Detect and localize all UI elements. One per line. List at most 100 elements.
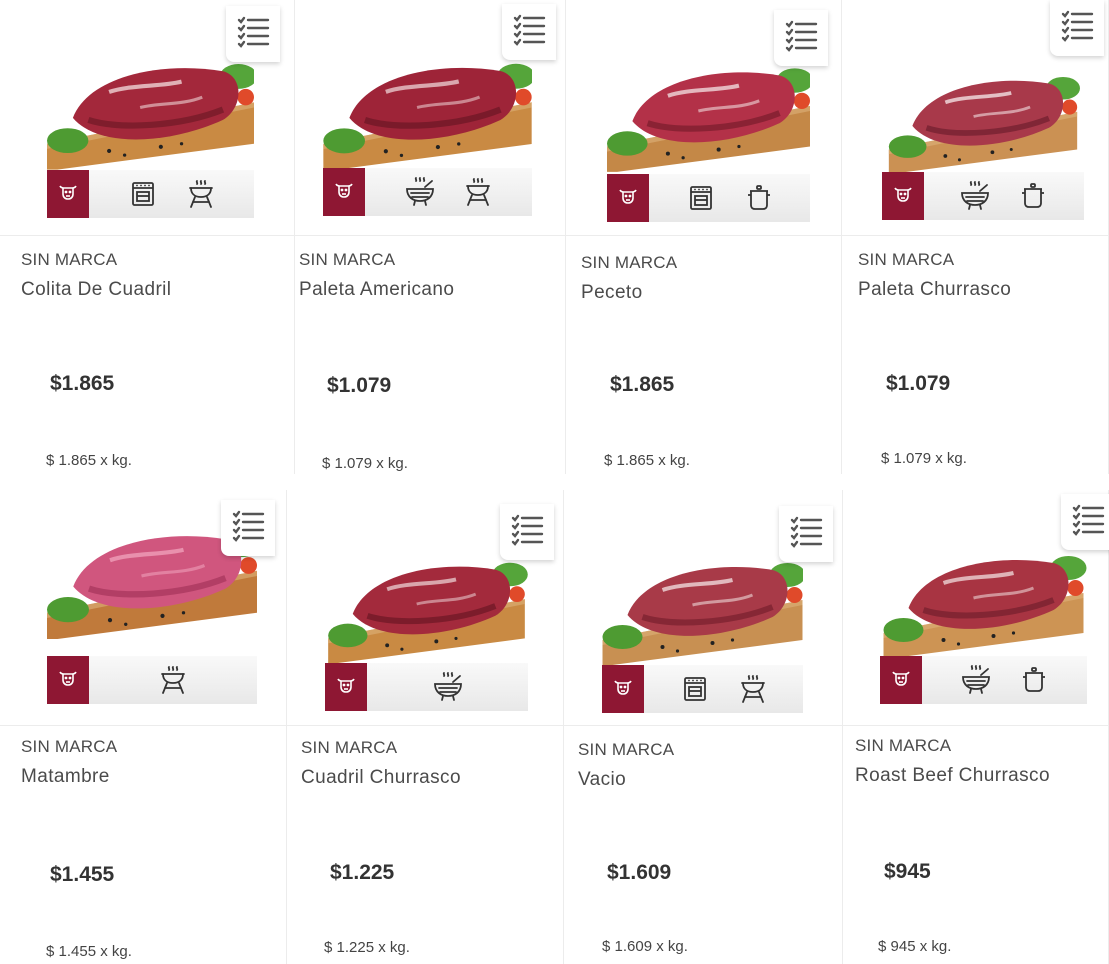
product-image[interactable] bbox=[602, 545, 806, 669]
list-icon bbox=[509, 10, 549, 54]
product-price: $1.455 bbox=[50, 863, 115, 886]
product-price: $1.079 bbox=[886, 372, 951, 395]
product-price: $1.225 bbox=[330, 861, 395, 884]
grill-icon bbox=[730, 665, 776, 713]
product-price: $1.609 bbox=[607, 861, 672, 884]
product-name[interactable]: Cuadril Churrasco bbox=[301, 767, 461, 789]
product-card[interactable]: SIN MARCA Peceto $1.865 $ 1.865 x kg. bbox=[566, 0, 842, 474]
product-card[interactable]: SIN MARCA Paleta Churrasco $1.079 $ 1.079 x… bbox=[842, 0, 1109, 474]
product-brand: SIN MARCA bbox=[855, 736, 952, 755]
product-name[interactable]: Colita De Cuadril bbox=[21, 279, 171, 301]
product-image[interactable] bbox=[47, 45, 258, 174]
list-icon bbox=[781, 16, 821, 60]
product-image[interactable] bbox=[882, 60, 1084, 177]
cow-icon bbox=[57, 181, 79, 207]
product-unit-price: $ 1.079 x kg. bbox=[881, 450, 967, 467]
product-brand: SIN MARCA bbox=[858, 250, 955, 269]
product-unit-price: $ 1.079 x kg. bbox=[322, 455, 408, 472]
cow-icon bbox=[890, 667, 912, 693]
list-icon bbox=[786, 512, 826, 556]
beef-category-badge bbox=[602, 665, 644, 713]
product-name[interactable]: Paleta Churrasco bbox=[858, 279, 1011, 301]
cooking-methods-bar bbox=[323, 168, 532, 216]
oven-icon bbox=[120, 170, 166, 218]
product-price: $1.079 bbox=[327, 374, 392, 397]
cooking-methods-bar bbox=[880, 656, 1087, 704]
pot-icon bbox=[736, 174, 782, 222]
product-card[interactable]: SIN MARCA Vacio $1.609 $ 1.609 x kg. bbox=[564, 490, 843, 964]
cow-icon bbox=[612, 676, 634, 702]
product-price: $945 bbox=[884, 860, 931, 883]
beef-category-badge bbox=[607, 174, 649, 222]
cooking-methods-bar bbox=[47, 656, 257, 704]
product-card[interactable]: SIN MARCA Cuadril Churrasco $1.225 $ 1.225 … bbox=[287, 490, 564, 964]
add-to-list-button[interactable] bbox=[1061, 494, 1109, 550]
list-icon bbox=[233, 12, 273, 56]
cow-icon bbox=[335, 674, 357, 700]
product-unit-price: $ 1.455 x kg. bbox=[46, 943, 132, 960]
stew-icon bbox=[952, 172, 998, 220]
product-card[interactable]: SIN MARCA Roast Beef Churrasco $945 $ 945 x… bbox=[843, 490, 1109, 964]
grill-icon bbox=[455, 168, 501, 216]
product-name[interactable]: Roast Beef Churrasco bbox=[855, 765, 1050, 787]
product-price: $1.865 bbox=[50, 372, 115, 395]
beef-category-badge bbox=[323, 168, 365, 216]
cow-icon bbox=[57, 667, 79, 693]
product-unit-price: $ 1.865 x kg. bbox=[46, 452, 132, 469]
product-grid: SIN MARCA Colita De Cuadril $1.865 $ 1.865 … bbox=[0, 0, 1109, 964]
stew-icon bbox=[397, 168, 443, 216]
product-unit-price: $ 1.225 x kg. bbox=[324, 939, 410, 956]
add-to-list-button[interactable] bbox=[774, 10, 828, 66]
product-unit-price: $ 945 x kg. bbox=[878, 938, 952, 955]
beef-category-badge bbox=[47, 170, 89, 218]
product-card[interactable]: SIN MARCA Paleta Americano $1.079 $ 1.079 x… bbox=[295, 0, 566, 474]
add-to-list-button[interactable] bbox=[502, 4, 556, 60]
product-name[interactable]: Matambre bbox=[21, 766, 110, 788]
add-to-list-button[interactable] bbox=[226, 6, 280, 62]
stew-icon bbox=[425, 663, 471, 711]
product-name[interactable]: Paleta Americano bbox=[299, 279, 454, 301]
product-card[interactable]: SIN MARCA Matambre $1.455 $ 1.455 x kg. bbox=[0, 490, 287, 964]
product-card[interactable]: SIN MARCA Colita De Cuadril $1.865 $ 1.865 … bbox=[0, 0, 295, 474]
product-image[interactable] bbox=[323, 45, 535, 174]
pot-icon bbox=[1011, 656, 1057, 704]
product-name[interactable]: Vacio bbox=[578, 769, 626, 791]
beef-category-badge bbox=[47, 656, 89, 704]
cooking-methods-bar bbox=[325, 663, 528, 711]
list-icon bbox=[1057, 6, 1097, 50]
beef-category-badge bbox=[882, 172, 924, 220]
cooking-methods-bar bbox=[607, 174, 810, 222]
product-image[interactable] bbox=[880, 538, 1087, 662]
cooking-methods-bar bbox=[882, 172, 1084, 220]
grill-icon bbox=[150, 656, 196, 704]
beef-category-badge bbox=[880, 656, 922, 704]
cooking-methods-bar bbox=[47, 170, 254, 218]
add-to-list-button[interactable] bbox=[779, 506, 833, 562]
cow-icon bbox=[617, 185, 639, 211]
product-name[interactable]: Peceto bbox=[581, 282, 643, 304]
stew-icon bbox=[953, 656, 999, 704]
add-to-list-button[interactable] bbox=[221, 500, 275, 556]
list-icon bbox=[1068, 500, 1108, 544]
oven-icon bbox=[678, 174, 724, 222]
cow-icon bbox=[892, 183, 914, 209]
beef-category-badge bbox=[325, 663, 367, 711]
add-to-list-button[interactable] bbox=[1050, 0, 1104, 56]
cooking-methods-bar bbox=[602, 665, 803, 713]
product-brand: SIN MARCA bbox=[581, 253, 678, 272]
product-brand: SIN MARCA bbox=[578, 740, 675, 759]
list-icon bbox=[228, 506, 268, 550]
pot-icon bbox=[1010, 172, 1056, 220]
product-brand: SIN MARCA bbox=[299, 250, 396, 269]
cow-icon bbox=[333, 179, 355, 205]
add-to-list-button[interactable] bbox=[500, 504, 554, 560]
product-unit-price: $ 1.865 x kg. bbox=[604, 452, 690, 469]
grill-icon bbox=[178, 170, 224, 218]
product-brand: SIN MARCA bbox=[21, 737, 118, 756]
oven-icon bbox=[672, 665, 718, 713]
product-price: $1.865 bbox=[610, 373, 675, 396]
product-image[interactable] bbox=[325, 545, 528, 667]
product-image[interactable] bbox=[607, 48, 814, 178]
list-icon bbox=[507, 510, 547, 554]
product-unit-price: $ 1.609 x kg. bbox=[602, 938, 688, 955]
